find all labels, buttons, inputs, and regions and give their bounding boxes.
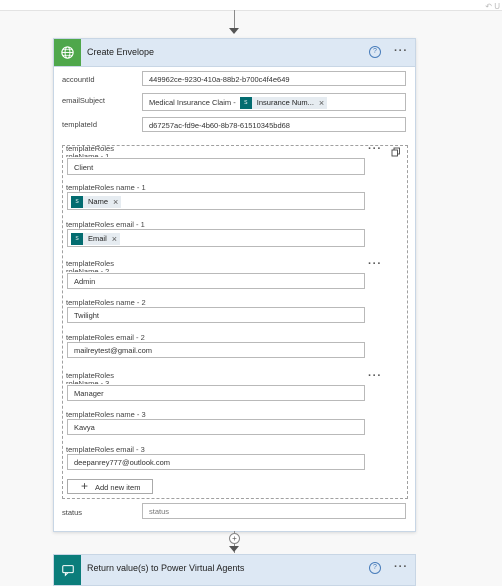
- role2-more-icon[interactable]: ···: [368, 258, 382, 270]
- plus-icon: +: [81, 479, 89, 493]
- remove-token-icon[interactable]: ×: [319, 98, 324, 108]
- add-new-item-label: Add new item: [95, 483, 141, 492]
- more-options-icon[interactable]: ···: [394, 561, 408, 573]
- arrow-down-icon: [229, 28, 239, 34]
- emailsubject-label: emailSubject: [62, 96, 105, 105]
- role2-name-label: templateRoles name - 2: [66, 298, 146, 307]
- globe-icon: [54, 39, 81, 66]
- copy-icon[interactable]: [391, 147, 401, 157]
- role2-email-input[interactable]: mailreytest@gmail.com: [67, 342, 365, 358]
- role1-email-label: templateRoles email - 1: [66, 220, 145, 229]
- name-token[interactable]: S Name ×: [71, 196, 122, 209]
- role2-rolename-input[interactable]: Admin: [67, 273, 365, 289]
- insurance-number-token[interactable]: S Insurance Num... ×: [239, 97, 328, 110]
- add-new-item-button[interactable]: + Add new item: [67, 479, 153, 494]
- status-input[interactable]: [142, 503, 406, 519]
- role3-email-label: templateRoles email - 3: [66, 445, 145, 454]
- token-label: Email: [88, 234, 107, 244]
- remove-token-icon[interactable]: ×: [113, 197, 118, 207]
- token-label: Name: [88, 197, 109, 207]
- connector-line-top: [234, 10, 235, 28]
- sharepoint-token-icon: S: [71, 233, 83, 246]
- role2-name-input[interactable]: Twilight: [67, 307, 365, 323]
- role2-email-label: templateRoles email - 2: [66, 333, 145, 342]
- help-icon[interactable]: ?: [369, 562, 381, 574]
- sharepoint-token-icon: S: [239, 97, 252, 110]
- accountid-label: accountId: [62, 75, 95, 84]
- chat-icon: [54, 555, 81, 585]
- role3-name-label: templateRoles name - 3: [66, 410, 146, 419]
- role1-email-input[interactable]: S Email ×: [67, 229, 365, 247]
- return-values-card[interactable]: Return value(s) to Power Virtual Agents …: [53, 554, 416, 586]
- help-icon[interactable]: ?: [369, 46, 381, 58]
- remove-token-icon[interactable]: ×: [112, 234, 117, 244]
- create-envelope-card: Create Envelope ? ··· accountId 449962ce…: [53, 38, 416, 532]
- top-bar: ↶ U: [0, 0, 502, 11]
- role1-rolename-input[interactable]: Client: [67, 158, 365, 175]
- role1-rolename-label-a: templateRoles: [66, 144, 114, 153]
- templateid-label: templateId: [62, 120, 98, 129]
- undo-button[interactable]: ↶ U: [485, 2, 500, 11]
- card-title: Create Envelope: [87, 47, 155, 57]
- insert-step-plus-icon[interactable]: +: [229, 533, 240, 544]
- role3-rolename-label-a: templateRoles: [66, 371, 114, 380]
- role2-rolename-label-b: roleName - 2: [66, 268, 109, 272]
- card2-title: Return value(s) to Power Virtual Agents: [87, 563, 245, 573]
- role3-more-icon[interactable]: ···: [368, 370, 382, 382]
- accountid-input[interactable]: 449962ce-9230-410a-88b2-b700c4f4e649: [142, 71, 406, 86]
- role3-name-input[interactable]: Kavya: [67, 419, 365, 435]
- role1-name-input[interactable]: S Name ×: [67, 192, 365, 210]
- role1-rolename-label-b: roleName - 1: [66, 153, 109, 157]
- role2-rolename-label-a: templateRoles: [66, 259, 114, 268]
- role3-email-input[interactable]: deepanrey777@outlook.com: [67, 454, 365, 470]
- emailsubject-prefix: Medical Insurance Claim -: [149, 98, 236, 107]
- emailsubject-input[interactable]: Medical Insurance Claim - S Insurance Nu…: [142, 93, 406, 111]
- role3-rolename-label-b: roleName - 3: [66, 380, 109, 384]
- sharepoint-token-icon: S: [71, 196, 83, 209]
- card-header[interactable]: Create Envelope ? ···: [54, 39, 415, 67]
- templateid-input[interactable]: d67257ac-fd9e-4b60-8b78-61510345bd68: [142, 117, 406, 132]
- role1-name-label: templateRoles name - 1: [66, 183, 146, 192]
- status-label: status: [62, 508, 83, 517]
- role3-rolename-input[interactable]: Manager: [67, 385, 365, 401]
- arrow-down-icon: [229, 546, 239, 552]
- email-token[interactable]: S Email ×: [71, 233, 121, 246]
- role1-more-icon[interactable]: ···: [368, 143, 382, 155]
- token-label: Insurance Num...: [256, 98, 314, 108]
- more-options-icon[interactable]: ···: [394, 45, 408, 57]
